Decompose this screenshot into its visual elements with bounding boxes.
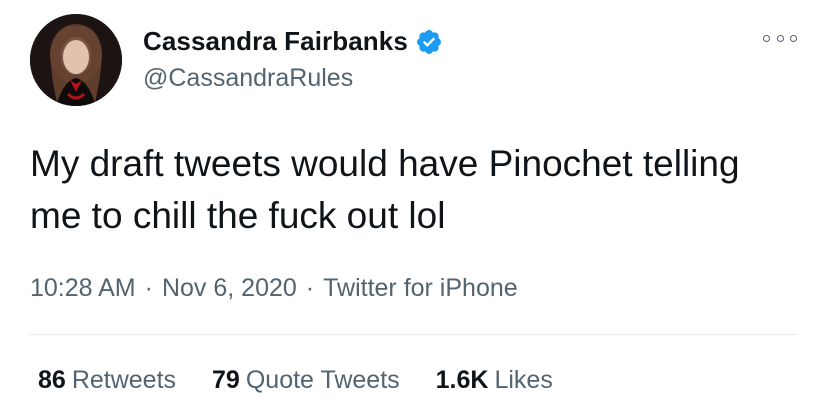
more-dot — [763, 34, 770, 42]
likes-stat[interactable]: 1.6K Likes — [436, 366, 553, 395]
tweet-time[interactable]: 10:28 AM — [30, 274, 136, 302]
tweet-card: Cassandra Fairbanks @CassandraRules My d… — [0, 0, 827, 409]
retweets-stat[interactable]: 86 Retweets — [38, 366, 176, 395]
avatar-image — [30, 14, 122, 106]
likes-label: Likes — [494, 366, 553, 394]
retweets-label: Retweets — [71, 366, 177, 394]
quote-tweets-count: 79 — [212, 366, 240, 394]
verified-badge-icon — [415, 28, 443, 56]
more-dot — [776, 34, 784, 42]
more-dot — [790, 34, 797, 42]
author-row: Cassandra Fairbanks — [143, 26, 443, 57]
tweet-source[interactable]: Twitter for iPhone — [323, 274, 518, 302]
quote-tweets-label: Quote Tweets — [245, 366, 400, 394]
retweets-count: 86 — [38, 366, 66, 394]
tweet-date[interactable]: Nov 6, 2020 — [162, 274, 297, 302]
tweet-stats: 86 Retweets 79 Quote Tweets 1.6K Likes — [38, 366, 553, 395]
tweet-text: My draft tweets would have Pinochet tell… — [30, 143, 740, 236]
meta-separator: · — [305, 274, 315, 302]
likes-count: 1.6K — [435, 366, 489, 394]
more-options-icon[interactable] — [763, 30, 797, 46]
divider — [30, 334, 798, 335]
meta-separator: · — [144, 274, 153, 302]
tweet-meta: 10:28 AM · Nov 6, 2020 · Twitter for iPhone — [30, 274, 518, 303]
display-name[interactable]: Cassandra Fairbanks — [143, 26, 408, 57]
avatar[interactable] — [30, 14, 122, 106]
author-handle[interactable]: @CassandraRules — [143, 64, 353, 93]
quote-tweets-stat[interactable]: 79 Quote Tweets — [212, 366, 400, 395]
